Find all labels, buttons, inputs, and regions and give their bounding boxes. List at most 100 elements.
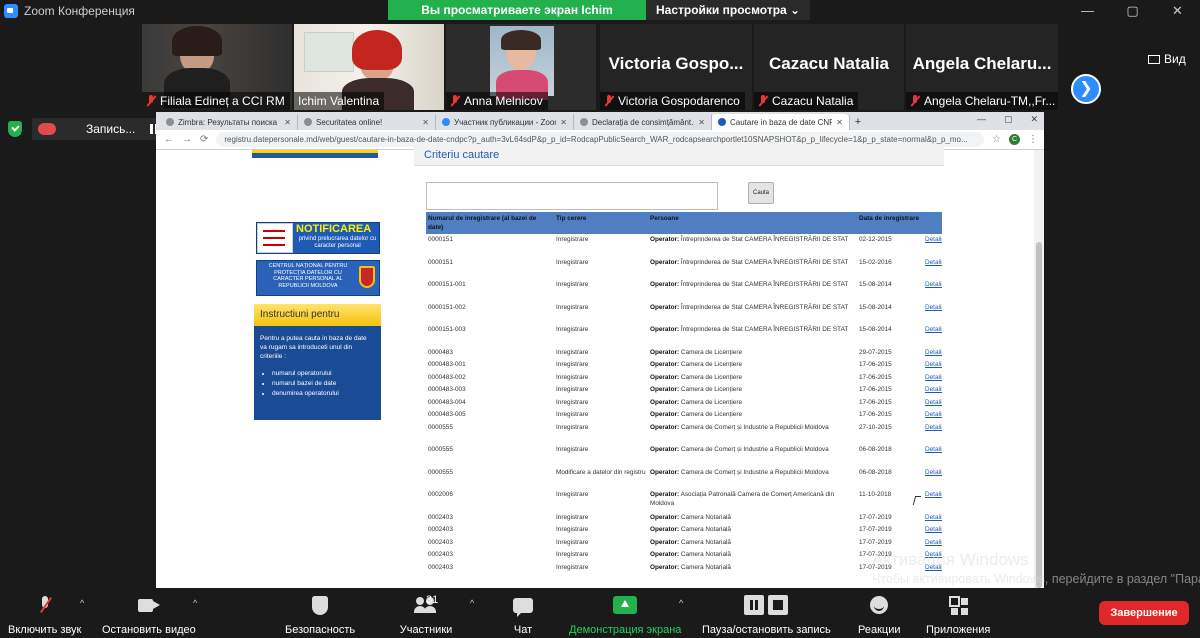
details-link-text[interactable]: Detalii (925, 411, 942, 420)
details-link-text[interactable]: Detalii (925, 539, 942, 548)
participant-tile[interactable]: Angela Chelaru... Angela Chelaru-TM,,Fr.… (906, 24, 1058, 110)
details-link-text[interactable]: Detalii (925, 326, 942, 335)
operator-label: Operator: (650, 411, 680, 418)
browser-maximize-button[interactable]: ▢ (1004, 114, 1013, 125)
stop-video-button[interactable]: Остановить видео (102, 592, 196, 636)
tab-close-icon[interactable]: ✕ (422, 118, 429, 127)
bookmark-star-icon[interactable]: ☆ (992, 134, 1001, 145)
maximize-button[interactable]: ▢ (1110, 0, 1155, 22)
tab-close-icon[interactable]: ✕ (836, 118, 843, 127)
details-link-text[interactable]: Detalii (925, 374, 942, 383)
browser-tab[interactable]: Zimbra: Результаты поиска ✕ (160, 114, 298, 130)
details-link-text[interactable]: Detalii (925, 259, 942, 268)
details-link-text[interactable]: Detalii (925, 514, 942, 523)
operator-label: Operator: (650, 258, 680, 266)
details-link-text[interactable]: Detalii (925, 491, 942, 500)
tab-close-icon[interactable]: ✕ (698, 118, 705, 127)
details-link[interactable]: Detalii (923, 234, 942, 257)
browser-minimize-button[interactable]: — (977, 114, 986, 125)
new-tab-button[interactable]: + (850, 114, 866, 130)
encryption-shield-icon[interactable] (8, 121, 22, 137)
audio-options-caret[interactable]: ^ (80, 598, 84, 608)
stop-icon[interactable] (768, 595, 789, 615)
cell-reg-number: 0000555 (428, 423, 453, 431)
details-link-text[interactable]: Detalii (925, 349, 942, 358)
video-options-caret[interactable]: ^ (193, 598, 197, 608)
browser-menu-icon[interactable]: ⋮ (1028, 134, 1038, 145)
tab-close-icon[interactable]: ✕ (284, 118, 291, 127)
browser-tab[interactable]: Securitatea online! ✕ (298, 114, 436, 130)
browser-tab-active[interactable]: Cautare in baza de date CNPDCP ✕ (712, 114, 850, 130)
participant-tile[interactable]: Anna Melnicov (446, 24, 596, 110)
activation-title: Активация Windows (872, 550, 1029, 569)
details-link[interactable]: Detalii (923, 324, 942, 347)
details-link-text[interactable]: Detalii (925, 526, 942, 535)
details-link[interactable]: Detalii (923, 537, 942, 550)
tab-close-icon[interactable]: ✕ (560, 118, 567, 127)
browser-tab[interactable]: Declarația de consimțământ.pdf ✕ (574, 114, 712, 130)
details-link-text[interactable]: Detalii (925, 469, 942, 478)
details-link-text[interactable]: Detalii (925, 304, 942, 313)
unmute-button[interactable]: Включить звук (8, 592, 81, 636)
details-link[interactable]: Detalii (923, 257, 942, 280)
details-link[interactable]: Detalii (923, 302, 942, 325)
details-link[interactable]: Detalii (923, 347, 942, 360)
details-link[interactable]: Detalii (923, 359, 942, 372)
participant-tile-active[interactable]: Ichim Valentina (294, 24, 444, 110)
reactions-label: Реакции (858, 624, 901, 636)
details-link[interactable]: Detalii (923, 384, 942, 397)
view-button[interactable]: Вид (1148, 52, 1186, 66)
scrollbar-thumb[interactable] (1036, 242, 1042, 588)
details-link[interactable]: Detalii (923, 512, 942, 525)
close-button[interactable]: ✕ (1155, 0, 1200, 22)
minimize-button[interactable]: — (1065, 0, 1110, 22)
browser-tab[interactable]: Участник публикации - Zoom ✕ (436, 114, 574, 130)
profile-avatar[interactable]: C (1009, 134, 1020, 145)
record-controls-button[interactable]: Пауза/остановить запись (702, 592, 831, 636)
notificarea-title: NOTIFICAREA (296, 223, 372, 235)
details-link[interactable]: Detalii (923, 279, 942, 302)
participants-options-caret[interactable]: ^ (470, 598, 474, 608)
search-input[interactable] (426, 182, 718, 210)
details-link[interactable]: Detalii (923, 524, 942, 537)
details-link[interactable]: Detalii (923, 444, 942, 467)
details-link-text[interactable]: Detalii (925, 424, 942, 433)
end-meeting-button[interactable]: Завершение (1099, 601, 1189, 625)
share-screen-button[interactable]: Демонстрация экрана (569, 592, 681, 636)
cell-request-type: Inregistrare (556, 348, 589, 356)
details-link[interactable]: Detalii (923, 489, 942, 512)
security-button[interactable]: Безопасность (285, 592, 355, 636)
notificarea-banner[interactable]: NOTIFICAREA privind prelucrarea datelor … (256, 222, 380, 254)
details-link-text[interactable]: Detalii (925, 446, 942, 455)
browser-close-button[interactable]: ✕ (1030, 114, 1038, 125)
details-link[interactable]: Detalii (923, 409, 942, 422)
table-row: 0000151-003 Inregistrare Operator: Întrepr… (426, 324, 942, 347)
details-link-text[interactable]: Detalii (925, 399, 942, 408)
next-page-button[interactable]: ❯ (1071, 74, 1101, 104)
details-link-text[interactable]: Detalii (925, 281, 942, 290)
chat-button[interactable]: Чат (513, 592, 533, 636)
details-link[interactable]: Detalii (923, 397, 942, 410)
forward-icon[interactable]: → (182, 134, 192, 145)
reload-icon[interactable]: ⟳ (200, 134, 208, 145)
participants-button[interactable]: 31 Участники (398, 592, 454, 636)
cnpdcp-banner[interactable]: CENTRUL NAȚIONAL PENTRU PROTECȚIA DATELO… (256, 260, 380, 296)
participant-tile[interactable]: Cazacu Natalia Cazacu Natalia (754, 24, 904, 110)
search-button[interactable]: Cauta (748, 182, 774, 204)
details-link[interactable]: Detalii (923, 467, 942, 490)
cell-request-type: Inregistrare (556, 398, 589, 406)
reactions-button[interactable]: Реакции (858, 592, 901, 636)
participant-tile[interactable]: Filiala Edineț a CCI RM (142, 24, 292, 110)
page-scrollbar[interactable] (1034, 150, 1044, 588)
details-link[interactable]: Detalii (923, 372, 942, 385)
back-icon[interactable]: ← (164, 134, 174, 145)
details-link-text[interactable]: Detalii (925, 361, 942, 370)
share-options-caret[interactable]: ^ (679, 598, 683, 608)
pause-icon[interactable] (744, 595, 765, 615)
details-link[interactable]: Detalii (923, 422, 942, 445)
details-link-text[interactable]: Detalii (925, 236, 942, 245)
view-options-button[interactable]: Настройки просмотра ⌄ (646, 0, 810, 20)
details-link-text[interactable]: Detalii (925, 386, 942, 395)
participant-tile[interactable]: Victoria Gospo... Victoria Gospodarenco (600, 24, 752, 110)
apps-button[interactable]: Приложения (926, 592, 990, 636)
